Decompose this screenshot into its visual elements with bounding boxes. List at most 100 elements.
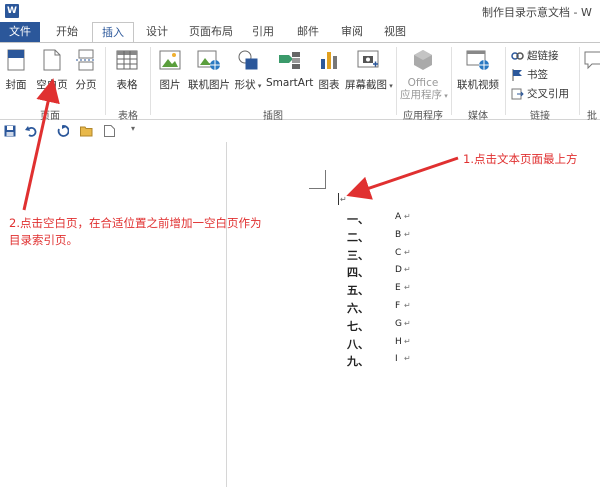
online-video-label: 联机视频 bbox=[457, 79, 499, 91]
ribbon-insert: 封面 空白页 分页 页面 表格 表格 图片 联机图片 形状 ▾ SmartArt… bbox=[0, 42, 600, 122]
toc-title: D bbox=[395, 265, 402, 276]
comment-icon bbox=[584, 51, 600, 70]
window-title: 制作目录示意文档 - W bbox=[482, 6, 592, 19]
annotation-step-2-line-1: 2.点击空白页，在合适位置之前增加一空白页作为 bbox=[9, 216, 262, 230]
toc-number: 七、 bbox=[347, 319, 369, 333]
toc-title: H bbox=[395, 336, 402, 347]
cover-page-icon bbox=[7, 49, 25, 71]
chart-button[interactable]: 图表 bbox=[315, 49, 343, 92]
word-app-icon[interactable]: W bbox=[5, 4, 19, 18]
ribbon-tabs: 文件 开始 插入 设计 页面布局 引用 邮件 审阅 视图 bbox=[0, 22, 600, 43]
toc-number: 二、 bbox=[347, 230, 369, 244]
tab-home[interactable]: 开始 bbox=[47, 22, 87, 43]
paragraph-mark: ↵ bbox=[340, 195, 347, 204]
tab-view[interactable]: 视图 bbox=[377, 22, 413, 43]
page-break-button[interactable]: 分页 bbox=[72, 49, 100, 92]
open-folder-icon[interactable] bbox=[80, 125, 93, 137]
tab-file[interactable]: 文件 bbox=[0, 22, 40, 43]
paragraph-mark: ↵ bbox=[404, 336, 411, 346]
chart-label: 图表 bbox=[318, 79, 340, 91]
tab-references[interactable]: 引用 bbox=[245, 22, 281, 43]
tab-mailings[interactable]: 邮件 bbox=[290, 22, 326, 43]
paragraph-mark: ↵ bbox=[404, 301, 411, 310]
cover-page-button[interactable]: 封面 bbox=[3, 49, 29, 92]
blank-page-icon bbox=[43, 49, 61, 71]
smartart-icon bbox=[279, 52, 300, 69]
tab-design[interactable]: 设计 bbox=[137, 22, 177, 43]
page-break-label: 分页 bbox=[75, 79, 97, 91]
toc-entry: 六、 F ↵ bbox=[347, 300, 447, 316]
hyperlink-label: 超链接 bbox=[527, 50, 559, 62]
dropdown-arrow-icon: ▾ bbox=[255, 82, 262, 90]
table-button[interactable]: 表格 bbox=[110, 49, 144, 92]
page-break-icon bbox=[76, 49, 96, 71]
toc-number: 四、 bbox=[347, 266, 369, 280]
group-separator bbox=[150, 47, 151, 115]
picture-button[interactable]: 图片 bbox=[155, 49, 185, 92]
online-picture-button[interactable]: 联机图片 bbox=[187, 49, 231, 92]
toc-title: I bbox=[395, 354, 398, 365]
hyperlink-button[interactable]: 超链接 bbox=[511, 48, 559, 63]
toc-number: 一、 bbox=[347, 213, 369, 226]
toc-title: E bbox=[395, 283, 401, 294]
group-separator bbox=[105, 47, 106, 115]
undo-icon[interactable] bbox=[25, 125, 37, 137]
tab-review[interactable]: 审阅 bbox=[334, 22, 370, 43]
cross-reference-label: 交叉引用 bbox=[527, 88, 569, 100]
screenshot-button[interactable]: 屏幕截图 ▾ bbox=[345, 49, 393, 92]
paragraph-mark: ↵ bbox=[404, 354, 411, 364]
toc-entry: 二、 B ↵ bbox=[347, 229, 447, 245]
cross-reference-icon bbox=[511, 88, 524, 100]
picture-label: 图片 bbox=[159, 79, 181, 91]
customize-toolbar-icon[interactable]: ▾ bbox=[131, 124, 135, 133]
navigation-pane bbox=[0, 142, 227, 487]
office-apps-icon bbox=[414, 50, 432, 70]
page-corner-marker bbox=[309, 188, 326, 189]
blank-page-button[interactable]: 空白页 bbox=[34, 49, 70, 92]
tab-page-layout[interactable]: 页面布局 bbox=[182, 22, 240, 43]
dropdown-arrow-icon: ▾ bbox=[387, 82, 393, 90]
smartart-button[interactable]: SmartArt bbox=[266, 49, 314, 89]
toc-entry: 四、 D ↵ bbox=[347, 264, 447, 280]
toc-entry: 一、 A ↵ bbox=[347, 211, 447, 227]
redo-icon[interactable] bbox=[57, 125, 69, 137]
toc-number: 八、 bbox=[347, 337, 369, 351]
picture-icon bbox=[159, 50, 181, 70]
toc-title: G bbox=[395, 318, 402, 329]
toc-number: 六、 bbox=[347, 302, 369, 315]
paragraph-mark: ↵ bbox=[404, 283, 411, 293]
toc-number: 五、 bbox=[347, 284, 369, 298]
toc-entry: 三、 C ↵ bbox=[347, 247, 447, 263]
smartart-label: SmartArt bbox=[266, 77, 314, 89]
group-separator bbox=[451, 47, 452, 115]
paragraph-mark: ↵ bbox=[404, 229, 411, 239]
paragraph-mark: ↵ bbox=[404, 247, 411, 257]
chart-icon bbox=[321, 52, 337, 69]
online-video-button[interactable]: 联机视频 bbox=[455, 49, 501, 92]
tab-insert[interactable]: 插入 bbox=[92, 22, 134, 43]
screenshot-icon bbox=[357, 50, 379, 68]
cover-page-label: 封面 bbox=[5, 79, 27, 91]
toc-title: B bbox=[395, 229, 402, 240]
blank-page-label: 空白页 bbox=[36, 79, 68, 91]
shapes-button[interactable]: 形状 ▾ bbox=[233, 49, 263, 92]
paragraph-mark: ↵ bbox=[404, 265, 411, 275]
cross-reference-button[interactable]: 交叉引用 bbox=[511, 86, 569, 101]
save-icon[interactable] bbox=[4, 125, 16, 137]
table-icon bbox=[116, 50, 138, 70]
new-document-icon[interactable] bbox=[104, 125, 115, 137]
bookmark-button[interactable]: 书签 bbox=[511, 67, 548, 82]
office-apps-button[interactable]: Office 应用程序 ▾ bbox=[400, 49, 448, 102]
bookmark-icon bbox=[512, 69, 522, 81]
toc-entry: 五、 E ↵ bbox=[347, 282, 447, 298]
toc-entry: 八、 H ↵ bbox=[347, 336, 447, 352]
toc-title: C bbox=[395, 247, 402, 258]
paragraph-mark: ↵ bbox=[404, 318, 411, 328]
title-bar: W 制作目录示意文档 - W bbox=[0, 0, 600, 22]
online-video-icon bbox=[466, 50, 489, 70]
group-separator bbox=[505, 47, 506, 115]
text-cursor bbox=[338, 193, 339, 205]
quick-access-toolbar: ▾ bbox=[0, 120, 600, 142]
comment-button[interactable] bbox=[583, 49, 600, 74]
office-apps-label: Office 应用程序 ▾ bbox=[400, 77, 448, 101]
